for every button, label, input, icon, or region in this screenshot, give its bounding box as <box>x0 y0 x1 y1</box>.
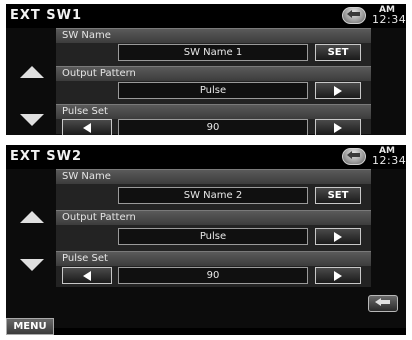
sw-name-field: SW Name 2 <box>118 187 308 204</box>
output-pattern-next-button[interactable] <box>315 82 361 99</box>
clock: AM 12:34 <box>372 5 406 26</box>
scroll-up-button[interactable] <box>20 211 44 223</box>
scroll-down-button[interactable] <box>20 114 44 126</box>
pulse-set-label: Pulse Set <box>62 106 108 117</box>
triangle-down-icon <box>20 114 44 126</box>
title-bar: EXT SW2 AM 12:34 <box>6 145 406 169</box>
return-arrow-icon <box>347 10 360 18</box>
screen-title: EXT SW2 <box>10 149 83 164</box>
output-pattern-field: Pulse <box>118 228 308 245</box>
output-pattern-field: Pulse <box>118 82 308 99</box>
ext-sw2-screen: EXT SW2 AM 12:34 SW Name SW Name 2 SET O… <box>6 145 406 335</box>
return-arrow-icon <box>375 298 390 306</box>
scroll-up-button[interactable] <box>20 66 44 78</box>
sw-name-label: SW Name <box>62 30 111 41</box>
output-pattern-header: Output Pattern <box>56 210 371 225</box>
triangle-right-icon <box>334 122 342 133</box>
sw-name-header: SW Name <box>56 169 371 184</box>
output-pattern-label: Output Pattern <box>62 212 136 223</box>
bottom-bar <box>54 328 406 335</box>
triangle-up-icon <box>20 211 44 223</box>
triangle-left-icon <box>83 122 91 133</box>
set-button[interactable]: SET <box>315 44 361 61</box>
pulse-set-field: 90 <box>118 267 308 284</box>
triangle-down-icon <box>20 259 44 271</box>
pulse-set-header: Pulse Set <box>56 104 371 119</box>
settings-panel: SW Name SW Name 1 SET Output Pattern Pul… <box>56 28 371 135</box>
sw-name-header: SW Name <box>56 28 371 43</box>
settings-panel: SW Name SW Name 2 SET Output Pattern Pul… <box>56 169 371 287</box>
menu-button[interactable]: MENU <box>6 318 54 335</box>
ext-sw1-screen: EXT SW1 AM 12:34 SW Name SW Name 1 SET O… <box>6 4 406 135</box>
return-button[interactable] <box>342 7 366 24</box>
clock-time: 12:34 <box>372 13 406 26</box>
set-button[interactable]: SET <box>315 187 361 204</box>
output-pattern-label: Output Pattern <box>62 68 136 79</box>
clock: AM 12:34 <box>372 146 406 167</box>
pulse-set-label: Pulse Set <box>62 253 108 264</box>
pulse-set-decrease-button[interactable] <box>62 119 112 135</box>
triangle-up-icon <box>20 66 44 78</box>
return-arrow-icon <box>347 151 360 159</box>
triangle-right-icon <box>334 231 342 242</box>
output-pattern-next-button[interactable] <box>315 228 361 245</box>
triangle-right-icon <box>334 270 342 281</box>
return-button[interactable] <box>342 148 366 165</box>
pulse-set-field: 90 <box>118 119 308 135</box>
pulse-set-header: Pulse Set <box>56 251 371 266</box>
pulse-set-increase-button[interactable] <box>315 119 361 135</box>
return-button-bottom[interactable] <box>368 295 398 312</box>
screen-title: EXT SW1 <box>10 8 83 23</box>
title-bar: EXT SW1 AM 12:34 <box>6 4 406 28</box>
triangle-left-icon <box>83 270 91 281</box>
sw-name-field: SW Name 1 <box>118 44 308 61</box>
clock-time: 12:34 <box>372 154 406 167</box>
pulse-set-increase-button[interactable] <box>315 267 361 284</box>
pulse-set-decrease-button[interactable] <box>62 267 112 284</box>
output-pattern-header: Output Pattern <box>56 66 371 81</box>
triangle-right-icon <box>334 85 342 96</box>
sw-name-label: SW Name <box>62 171 111 182</box>
scroll-down-button[interactable] <box>20 259 44 271</box>
